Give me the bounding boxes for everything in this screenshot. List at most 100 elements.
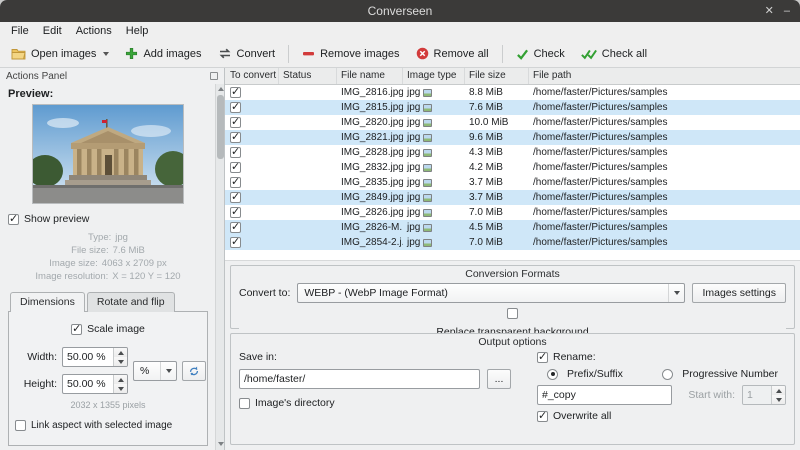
link-aspect-checkbox[interactable] — [15, 420, 26, 431]
spin-up-icon[interactable] — [114, 375, 127, 384]
tab-rotate-flip[interactable]: Rotate and flip — [86, 292, 175, 312]
table-row[interactable]: IMG_2821.jpgjpg 9.6 MiB/home/faster/Pictu… — [225, 130, 800, 145]
table-row[interactable]: IMG_2832.jpgjpg 4.2 MiB/home/faster/Pictu… — [225, 160, 800, 175]
add-images-label: Add images — [143, 47, 202, 60]
panel-float-icon[interactable] — [210, 72, 218, 80]
width-value: 50.00 % — [67, 351, 106, 363]
remove-images-button[interactable]: Remove images — [295, 44, 406, 63]
menu-edit[interactable]: Edit — [36, 24, 69, 38]
menu-actions[interactable]: Actions — [69, 24, 119, 38]
width-spinbox[interactable]: 50.00 % — [62, 347, 128, 367]
table-row[interactable]: IMG_2815.jpgjpg 7.6 MiB/home/faster/Pictu… — [225, 100, 800, 115]
close-icon[interactable]: ✕ — [765, 0, 774, 22]
browse-button[interactable]: ... — [487, 369, 511, 389]
panel-scrollbar[interactable] — [215, 84, 224, 450]
height-value: 50.00 % — [67, 378, 106, 390]
row-image-type: jpg — [403, 100, 465, 115]
save-path-input[interactable] — [239, 369, 480, 389]
row-image-type: jpg — [403, 85, 465, 100]
rename-pattern-input[interactable] — [537, 385, 672, 405]
row-image-type: jpg — [403, 190, 465, 205]
spin-up-icon[interactable] — [114, 348, 127, 357]
images-directory-checkbox[interactable] — [239, 397, 250, 409]
col-file-size[interactable]: File size — [465, 68, 529, 84]
row-convert-cell — [225, 175, 279, 190]
table-row[interactable]: IMG_2835.jpgjpg 3.7 MiB/home/faster/Pictu… — [225, 175, 800, 190]
table-row[interactable]: IMG_2820.jpgjpg 10.0 MiB/home/faster/Pict… — [225, 115, 800, 130]
row-convert-cell — [225, 160, 279, 175]
spin-up-icon[interactable] — [772, 386, 785, 395]
row-convert-cell — [225, 190, 279, 205]
row-convert-checkbox[interactable] — [230, 220, 241, 233]
replace-transparent-checkbox[interactable] — [507, 308, 518, 319]
scale-image-checkbox[interactable] — [71, 322, 83, 335]
row-convert-checkbox[interactable] — [230, 145, 241, 158]
menu-help[interactable]: Help — [119, 24, 156, 38]
row-image-type: jpg — [403, 145, 465, 160]
row-convert-cell — [225, 85, 279, 100]
check-button[interactable]: Check — [509, 45, 572, 63]
actions-panel: Actions Panel Preview: ✓ Show preview Ty… — [0, 68, 225, 450]
menu-file[interactable]: File — [4, 24, 36, 38]
row-convert-checkbox[interactable] — [230, 160, 241, 173]
reset-scale-button[interactable] — [182, 360, 206, 381]
row-convert-checkbox[interactable] — [230, 115, 241, 128]
image-file-icon — [423, 238, 433, 247]
spin-down-icon[interactable] — [114, 384, 127, 393]
toolbar-separator — [501, 44, 503, 63]
format-combobox[interactable]: WEBP - (WebP Image Format) — [297, 283, 686, 303]
row-convert-checkbox[interactable] — [230, 205, 241, 218]
row-convert-checkbox[interactable] — [230, 130, 241, 143]
conversion-formats-title: Conversion Formats — [465, 268, 560, 280]
table-row[interactable]: IMG_2854-2.j...jpg 7.0 MiB/home/faster/Pi… — [225, 235, 800, 250]
prefix-suffix-radio[interactable] — [547, 368, 558, 380]
scroll-down-icon[interactable] — [217, 440, 224, 449]
row-file-size: 3.7 MiB — [469, 192, 503, 203]
table-row[interactable]: IMG_2826-M...jpg 4.5 MiB/home/faster/Pict… — [225, 220, 800, 235]
row-convert-checkbox[interactable] — [230, 175, 241, 188]
images-settings-button[interactable]: Images settings — [692, 283, 786, 303]
col-file-path[interactable]: File path — [529, 68, 800, 84]
row-convert-checkbox[interactable] — [230, 85, 241, 98]
col-image-type[interactable]: Image type — [403, 68, 465, 84]
start-with-spinbox[interactable]: 1 — [742, 385, 786, 405]
add-images-button[interactable]: Add images — [118, 44, 208, 63]
image-info: Type: jpg File size: 7.6 MiB Image size: 40… — [8, 231, 208, 283]
minimize-icon[interactable]: – — [784, 0, 790, 22]
row-convert-cell — [225, 205, 279, 220]
col-to-convert[interactable]: To convert — [225, 68, 279, 84]
converseen-window: Converseen ✕ – File Edit Actions Help Op… — [0, 0, 800, 450]
table-row[interactable]: IMG_2826.jpgjpg 7.0 MiB/home/faster/Pictu… — [225, 205, 800, 220]
link-aspect-label: Link aspect with selected image — [31, 420, 173, 431]
scrollbar-thumb[interactable] — [217, 95, 224, 159]
show-preview-checkbox[interactable] — [8, 212, 19, 225]
scroll-up-icon[interactable] — [217, 85, 224, 94]
height-spinbox[interactable]: 50.00 % — [62, 374, 128, 394]
preview-label: Preview: — [8, 88, 54, 100]
spin-down-icon[interactable] — [772, 395, 785, 404]
spin-down-icon[interactable] — [114, 357, 127, 366]
rename-checkbox[interactable] — [537, 350, 548, 363]
open-images-button[interactable]: Open images — [4, 44, 116, 63]
row-convert-checkbox[interactable] — [230, 100, 241, 113]
unit-combobox[interactable]: % — [133, 360, 177, 381]
remove-minus-icon — [302, 47, 315, 60]
col-file-name[interactable]: File name — [337, 68, 403, 84]
remove-all-button[interactable]: Remove all — [409, 44, 496, 63]
check-all-button[interactable]: Check all — [574, 45, 654, 63]
row-status — [279, 190, 337, 205]
start-with-label: Start with: — [688, 389, 735, 401]
tab-dimensions[interactable]: Dimensions — [10, 292, 85, 312]
convert-button[interactable]: Convert — [211, 44, 283, 63]
row-convert-checkbox[interactable] — [230, 235, 241, 248]
table-row[interactable]: IMG_2816.jpgjpg 8.8 MiB/home/faster/Pictu… — [225, 85, 800, 100]
row-convert-checkbox[interactable] — [230, 190, 241, 203]
check-icon — [516, 48, 529, 60]
col-status[interactable]: Status — [279, 68, 337, 84]
table-row[interactable]: IMG_2849.jpgjpg 3.7 MiB/home/faster/Pictu… — [225, 190, 800, 205]
progressive-number-radio[interactable] — [662, 368, 674, 380]
overwrite-all-checkbox[interactable] — [537, 409, 548, 422]
row-convert-cell — [225, 235, 279, 250]
titlebar[interactable]: Converseen ✕ – — [0, 0, 800, 22]
table-row[interactable]: IMG_2828.jpgjpg 4.3 MiB/home/faster/Pictu… — [225, 145, 800, 160]
